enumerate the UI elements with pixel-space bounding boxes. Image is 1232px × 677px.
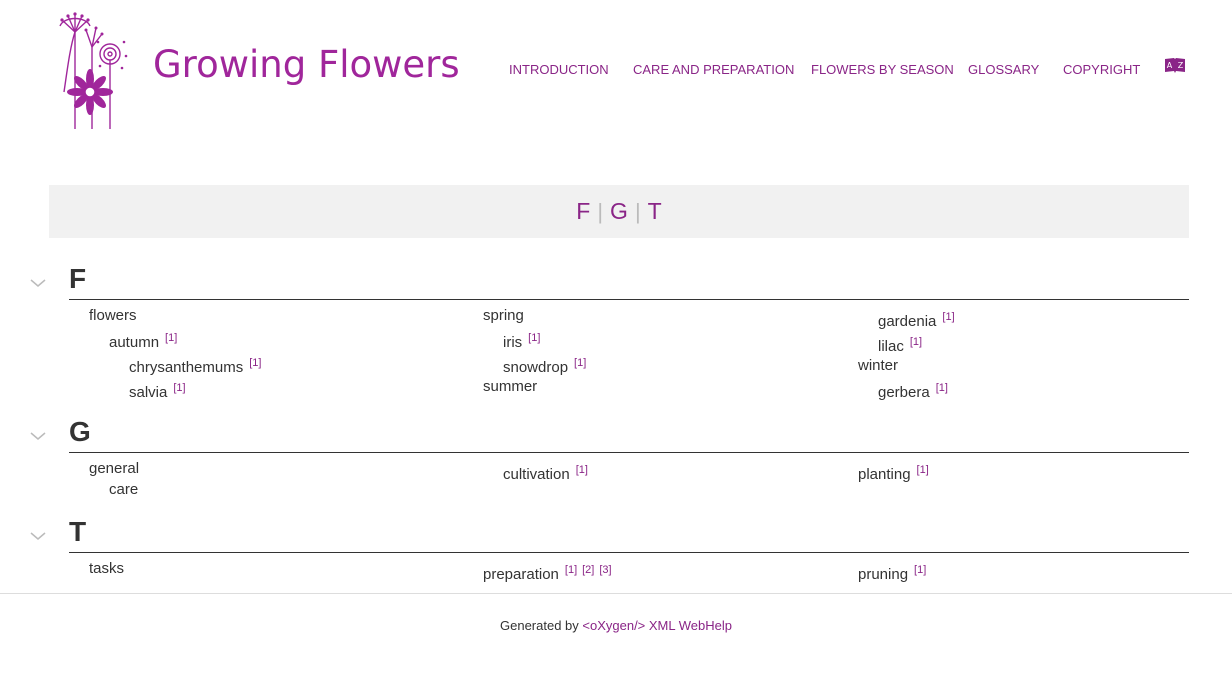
footer-divider xyxy=(0,593,1232,594)
page-footer: Generated by <oXygen/> XML WebHelp xyxy=(0,618,1232,633)
index-term: iris [1] xyxy=(503,332,541,351)
index-term: summer xyxy=(483,378,538,395)
nav-flowers-by-season[interactable]: FLOWERS BY SEASON xyxy=(811,62,954,77)
nav-care-and-preparation[interactable]: CARE AND PREPARATION xyxy=(633,62,794,77)
ref-link[interactable]: [1] xyxy=(173,382,185,394)
ref-link[interactable]: [1] xyxy=(574,357,586,369)
index-term: care xyxy=(109,481,139,498)
index-term: lilac [1] xyxy=(878,336,923,355)
index-term: cultivation [1] xyxy=(503,464,588,483)
ref-link[interactable]: [1] xyxy=(942,311,954,323)
index-term: tasks xyxy=(89,560,125,577)
index-term: pruning [1] xyxy=(858,564,927,583)
section-divider xyxy=(69,452,1189,453)
chevron-down-icon[interactable] xyxy=(29,277,47,289)
section-divider xyxy=(69,552,1189,553)
section-letter: G xyxy=(69,416,91,447)
ref-link[interactable]: [1] xyxy=(576,464,588,476)
index-term: spring xyxy=(483,307,524,324)
index-term: gerbera [1] xyxy=(878,382,948,401)
svg-text:A: A xyxy=(1167,61,1173,70)
section-divider xyxy=(69,299,1189,300)
index-term: general xyxy=(89,460,140,477)
ref-link[interactable]: [1] xyxy=(249,357,261,369)
a-z-index-icon[interactable]: A Z xyxy=(1164,57,1186,75)
index-term: preparation [1] [2] [3] xyxy=(483,564,612,583)
index-term: salvia [1] xyxy=(129,382,186,401)
ref-link[interactable]: [3] xyxy=(599,564,611,576)
index-letter-bar: F | G | T xyxy=(49,185,1189,238)
index-term: planting [1] xyxy=(858,464,929,483)
index-term: gardenia [1] xyxy=(878,311,955,330)
ref-link[interactable]: [1] xyxy=(910,336,922,348)
page-header: Growing Flowers INTRODUCTION CARE AND PR… xyxy=(0,0,1232,140)
section-letter: T xyxy=(69,516,87,547)
chevron-down-icon[interactable] xyxy=(29,430,47,442)
nav-introduction[interactable]: INTRODUCTION xyxy=(509,62,609,77)
ref-link[interactable]: [1] xyxy=(165,332,177,344)
ref-link[interactable]: [2] xyxy=(582,564,594,576)
chevron-down-icon[interactable] xyxy=(29,530,47,542)
index-term: snowdrop [1] xyxy=(503,357,587,376)
nav-copyright[interactable]: COPYRIGHT xyxy=(1063,62,1140,77)
nav-glossary[interactable]: GLOSSARY xyxy=(968,62,1039,77)
letter-links: F | G | T xyxy=(49,198,1189,225)
index-term: autumn [1] xyxy=(109,332,178,351)
letter-link-f[interactable]: F xyxy=(569,198,597,224)
ref-link[interactable]: [1] xyxy=(917,464,929,476)
ref-link[interactable]: [1] xyxy=(565,564,577,576)
svg-text:Z: Z xyxy=(1178,61,1184,70)
index-term: flowers xyxy=(89,307,137,324)
ref-link[interactable]: [1] xyxy=(528,332,540,344)
index-term: winter xyxy=(858,357,899,374)
footer-link[interactable]: <oXygen/> XML WebHelp xyxy=(582,618,732,633)
index-term: chrysanthemums [1] xyxy=(129,357,262,376)
section-letter: F xyxy=(69,263,87,294)
letter-link-g[interactable]: G xyxy=(603,198,635,224)
letter-link-t[interactable]: T xyxy=(641,198,669,224)
letter-separator: | xyxy=(634,199,641,224)
ref-link[interactable]: [1] xyxy=(914,564,926,576)
footer-text: Generated by xyxy=(500,618,583,633)
top-navigation: INTRODUCTION CARE AND PREPARATION FLOWER… xyxy=(0,62,1232,82)
ref-link[interactable]: [1] xyxy=(936,382,948,394)
